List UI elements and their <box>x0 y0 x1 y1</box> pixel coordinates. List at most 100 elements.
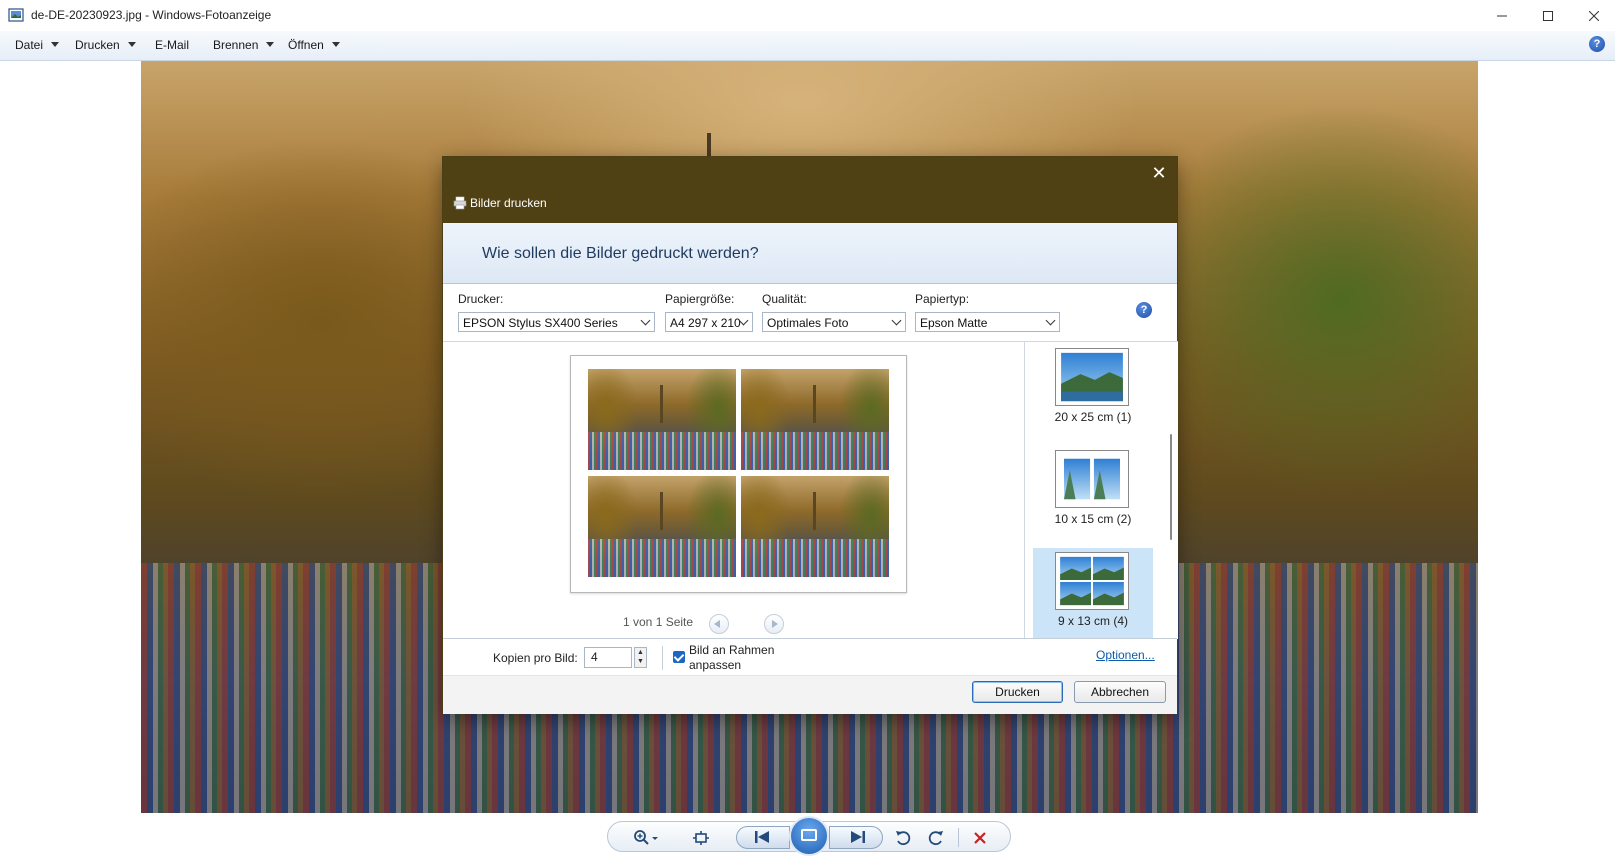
delete-button[interactable] <box>965 822 995 853</box>
paper-size-select[interactable]: A4 297 x 210 <box>665 312 753 332</box>
arrow-right-icon <box>772 620 778 628</box>
layout-scrollbar[interactable] <box>1170 434 1172 540</box>
previous-icon <box>755 831 769 843</box>
preview-image <box>588 476 736 577</box>
rotate-left-icon <box>896 830 911 845</box>
window-title: de-DE-20230923.jpg - Windows-Fotoanzeige <box>31 8 272 22</box>
divider <box>662 646 663 670</box>
copies-input[interactable]: 4 <box>584 647 632 668</box>
layout-list: 20 x 25 cm (1) 10 x 15 cm (2) 9 x 13 cm … <box>1024 341 1178 639</box>
paper-type-value: Epson Matte <box>920 316 988 330</box>
menu-datei-label: Datei <box>15 38 44 52</box>
paper-type-select[interactable]: Epson Matte <box>915 312 1060 332</box>
rotate-right-button[interactable] <box>921 822 951 853</box>
close-button[interactable] <box>1571 0 1615 31</box>
copies-label: Kopien pro Bild: <box>493 651 578 665</box>
cancel-button[interactable]: Abbrechen <box>1074 681 1166 703</box>
printer-icon <box>453 196 467 210</box>
maximize-button[interactable] <box>1525 0 1571 31</box>
fit-to-frame-label: Bild an Rahmen anpassen <box>689 643 775 672</box>
dialog-title: Bilder drucken <box>470 196 547 210</box>
print-button[interactable]: Drucken <box>972 681 1063 703</box>
spin-down-icon[interactable]: ▼ <box>635 657 646 666</box>
help-icon[interactable]: ? <box>1136 302 1152 318</box>
printer-value: EPSON Stylus SX400 Series <box>463 316 618 330</box>
previous-button[interactable] <box>736 826 790 849</box>
paper-type-label: Papiertyp: <box>915 292 970 306</box>
next-button[interactable] <box>829 826 883 849</box>
zoom-icon <box>634 829 658 845</box>
preview-image <box>741 369 889 470</box>
options-bar: Kopien pro Bild: 4 ▲ ▼ Bild an Rahmen an… <box>443 638 1177 676</box>
chevron-down-icon <box>331 42 340 47</box>
print-preview-area: 1 von 1 Seite <box>443 341 1024 639</box>
preview-image <box>741 476 889 577</box>
menu-brennen-label: Brennen <box>213 38 259 52</box>
slideshow-button[interactable] <box>789 816 829 856</box>
copies-stepper[interactable]: ▲ ▼ <box>634 647 647 668</box>
title-bar: de-DE-20230923.jpg - Windows-Fotoanzeige <box>0 0 1615 31</box>
photo-viewer-icon <box>8 8 24 22</box>
viewer-toolbar <box>0 813 1615 868</box>
maximize-icon <box>1543 10 1553 21</box>
menu-brennen[interactable]: Brennen <box>213 38 275 52</box>
printer-select[interactable]: EPSON Stylus SX400 Series <box>458 312 655 332</box>
next-icon <box>851 831 865 843</box>
menu-oeffnen-label: Öffnen <box>288 38 324 52</box>
layout-item-20x25[interactable]: 20 x 25 cm (1) <box>1033 344 1153 436</box>
next-page-button[interactable] <box>764 614 784 634</box>
menu-datei[interactable]: Datei <box>15 38 60 52</box>
paper-size-value: A4 297 x 210 <box>670 316 741 330</box>
layout-item-9x13[interactable]: 9 x 13 cm (4) <box>1033 548 1153 639</box>
toolbar-pill <box>607 816 1011 856</box>
spin-up-icon[interactable]: ▲ <box>635 648 646 657</box>
help-icon[interactable]: ? <box>1589 36 1605 52</box>
preview-image <box>588 369 736 470</box>
minimize-button[interactable] <box>1479 0 1525 31</box>
dialog-header: Wie sollen die Bilder gedruckt werden? <box>443 223 1177 284</box>
chevron-down-icon <box>640 315 651 326</box>
paper-size-label: Papiergröße: <box>665 292 735 306</box>
previous-page-button[interactable] <box>709 614 729 634</box>
quality-label: Qualität: <box>762 292 807 306</box>
layout-item-10x15[interactable]: 10 x 15 cm (2) <box>1033 446 1153 538</box>
layout-thumbnail <box>1055 348 1129 406</box>
layout-label: 9 x 13 cm (4) <box>1057 614 1129 628</box>
dialog-close-button[interactable]: ✕ <box>1147 161 1171 185</box>
close-icon <box>1589 10 1599 21</box>
layout-thumbnail <box>1055 450 1129 508</box>
menu-bar: Datei Drucken E-Mail Brennen Öffnen ? <box>0 31 1615 61</box>
fit-window-icon <box>693 830 709 845</box>
chevron-down-icon <box>51 42 60 47</box>
layout-thumbnail <box>1055 552 1129 610</box>
chevron-down-icon <box>1045 315 1056 326</box>
rotate-left-button[interactable] <box>888 822 918 853</box>
menu-drucken[interactable]: Drucken <box>75 38 136 52</box>
dialog-footer: Drucken Abbrechen <box>443 675 1177 714</box>
rotate-right-icon <box>928 830 943 845</box>
quality-value: Optimales Foto <box>767 316 849 330</box>
chevron-down-icon <box>127 42 136 47</box>
chevron-down-icon <box>266 42 275 47</box>
menu-email[interactable]: E-Mail <box>155 38 189 52</box>
fit-to-frame-checkbox[interactable] <box>673 651 685 663</box>
dialog-title-bar: Bilder drucken ✕ <box>443 157 1177 223</box>
menu-email-label: E-Mail <box>155 38 190 52</box>
layout-label: 10 x 15 cm (2) <box>1054 512 1132 526</box>
close-icon: ✕ <box>1151 163 1167 183</box>
arrow-left-icon <box>714 620 720 628</box>
dialog-heading: Wie sollen die Bilder gedruckt werden? <box>482 245 759 262</box>
options-link[interactable]: Optionen... <box>1096 648 1155 662</box>
fit-window-button[interactable] <box>686 822 716 853</box>
chevron-down-icon <box>891 315 902 326</box>
page-info: 1 von 1 Seite <box>623 615 694 629</box>
divider <box>958 828 959 847</box>
minimize-icon <box>1497 15 1507 16</box>
page-preview <box>570 355 907 593</box>
quality-select[interactable]: Optimales Foto <box>762 312 906 332</box>
layout-label: 20 x 25 cm (1) <box>1054 410 1132 424</box>
menu-oeffnen[interactable]: Öffnen <box>288 38 340 52</box>
zoom-button[interactable] <box>626 822 666 853</box>
printer-label: Drucker: <box>458 292 504 306</box>
print-dialog: Bilder drucken ✕ Wie sollen die Bilder g… <box>443 157 1178 714</box>
